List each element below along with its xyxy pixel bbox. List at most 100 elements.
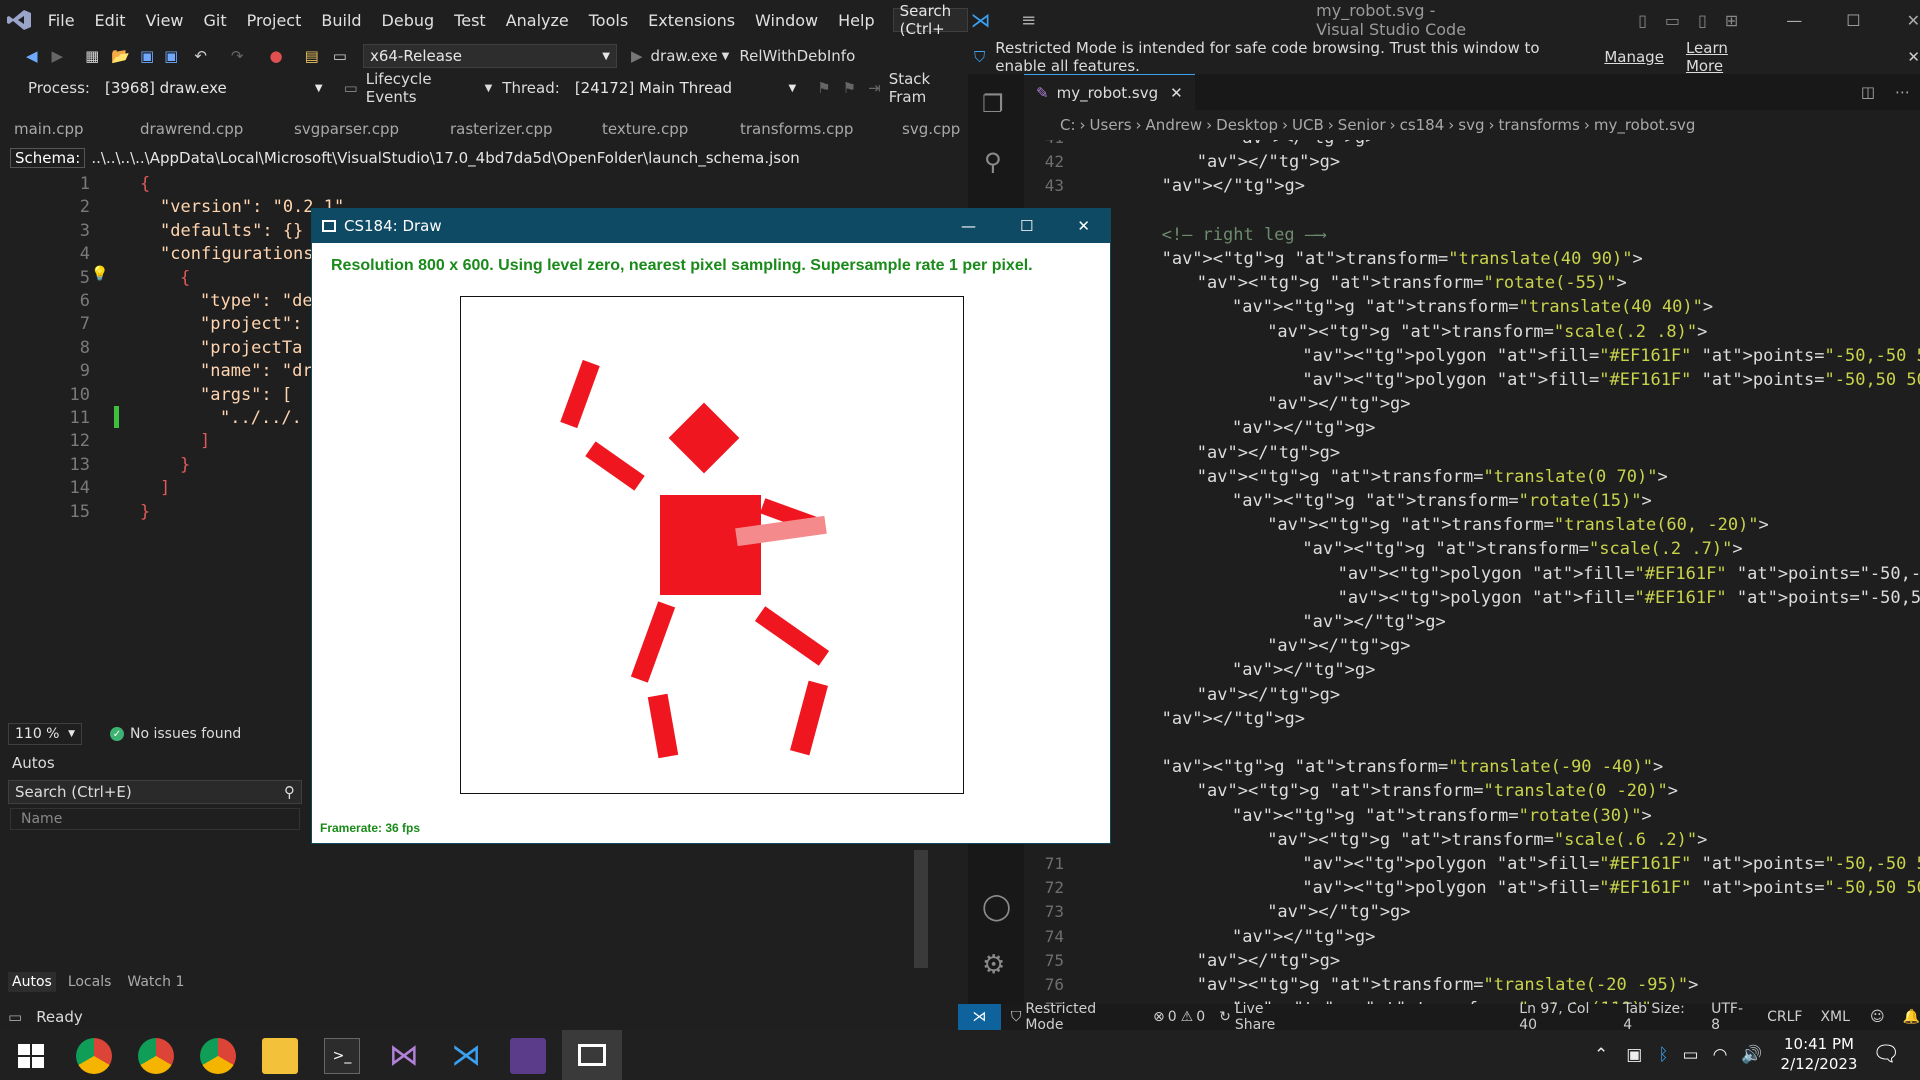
split-editor-icon[interactable]: ◫	[1861, 83, 1875, 101]
terminal-icon[interactable]: >_	[324, 1038, 360, 1074]
chrome-profile-icon[interactable]	[138, 1038, 174, 1074]
battery-icon[interactable]: ▭	[1683, 1045, 1699, 1065]
draw-app-icon[interactable]	[562, 1030, 622, 1080]
learn-more-link[interactable]: Learn More	[1686, 39, 1757, 75]
visual-studio-icon[interactable]: ⋈	[386, 1038, 422, 1074]
chevron-up-icon[interactable]: ⌃	[1594, 1045, 1608, 1065]
panel-icon[interactable]: ▭	[1665, 11, 1680, 30]
language-mode[interactable]: XML	[1820, 1009, 1849, 1025]
lightbulb-icon[interactable]: 💡	[91, 266, 108, 282]
search-icon[interactable]: ⚲	[984, 148, 1002, 176]
issues-status[interactable]: No issues found	[130, 726, 241, 742]
debug-target[interactable]: draw.exe	[651, 47, 718, 65]
redo-icon[interactable]: ↷	[231, 47, 244, 65]
forward-icon[interactable]: ▶	[52, 47, 64, 65]
menu-debug[interactable]: Debug	[372, 11, 445, 30]
process-dropdown[interactable]: [3968] draw.exe ▼	[97, 76, 330, 100]
tab-main-cpp[interactable]: main.cpp	[14, 120, 84, 138]
error-count[interactable]: 0	[1168, 1009, 1177, 1025]
undo-icon[interactable]: ↶	[194, 47, 207, 65]
breadcrumb-item[interactable]: Andrew	[1146, 116, 1203, 134]
back-icon[interactable]: ◀	[26, 47, 38, 65]
breadcrumb-item[interactable]: Desktop	[1216, 116, 1278, 134]
more-actions-icon[interactable]: ⋯	[1895, 83, 1910, 101]
thread-flag-icon[interactable]: ⚑	[843, 79, 856, 97]
tab-my-robot-svg[interactable]: ✎ my_robot.svg ✕	[1024, 74, 1195, 110]
minimize-icon[interactable]: —	[961, 217, 976, 235]
menu-help[interactable]: Help	[828, 11, 884, 30]
autos-search[interactable]: Search (Ctrl+E) ⚲	[8, 780, 302, 804]
tab-svg-cpp[interactable]: svg.cpp	[902, 120, 960, 138]
tab-autos[interactable]: Autos	[8, 972, 56, 992]
line-ending[interactable]: CRLF	[1767, 1009, 1802, 1025]
menu-build[interactable]: Build	[311, 11, 371, 30]
debug-console-icon[interactable]	[510, 1038, 546, 1074]
stack-frame-label[interactable]: Stack Fram	[889, 70, 968, 106]
tab-locals[interactable]: Locals	[64, 972, 116, 992]
window-icon[interactable]: ▭	[333, 47, 347, 65]
configuration-dropdown[interactable]: x64-Release ▼	[362, 44, 617, 68]
customize-layout-icon[interactable]: ⊞	[1725, 11, 1738, 30]
folder-view-icon[interactable]: ▤	[305, 47, 319, 65]
minimize-icon[interactable]: —	[1786, 11, 1802, 30]
breadcrumb-item[interactable]: svg	[1458, 116, 1484, 134]
bell-icon[interactable]: 🔔	[1903, 1009, 1920, 1025]
schema-path[interactable]: ..\..\..\..\AppData\Local\Microsoft\Visu…	[91, 149, 799, 167]
vscode-icon[interactable]: ⋊	[448, 1038, 484, 1074]
thread-dropdown[interactable]: [24172] Main Thread ▼	[567, 76, 804, 100]
autos-scrollbar[interactable]	[914, 850, 928, 968]
debug-tools-icon[interactable]: ●	[270, 47, 283, 65]
zoom-dropdown[interactable]: 110 % ▼	[8, 723, 82, 745]
settings-gear-icon[interactable]: ⚙	[982, 950, 1005, 980]
menu-project[interactable]: Project	[237, 11, 312, 30]
tab-watch-1[interactable]: Watch 1	[123, 972, 188, 992]
tab-drawrend-cpp[interactable]: drawrend.cpp	[140, 120, 243, 138]
tab-transforms-cpp[interactable]: transforms.cpp	[740, 120, 853, 138]
menu-window[interactable]: Window	[745, 11, 828, 30]
breadcrumb-item[interactable]: my_robot.svg	[1594, 116, 1696, 134]
chrome-icon[interactable]	[76, 1038, 112, 1074]
name-column-header[interactable]: Name	[10, 808, 300, 830]
breadcrumb-item[interactable]: transforms	[1499, 116, 1580, 134]
breadcrumb-item[interactable]: UCB	[1292, 116, 1324, 134]
menu-file[interactable]: File	[38, 11, 85, 30]
start-debug-icon[interactable]: ▶	[631, 47, 643, 65]
breadcrumb-item[interactable]: Users	[1090, 116, 1132, 134]
warning-count[interactable]: 0	[1196, 1009, 1205, 1025]
restricted-mode-status[interactable]: Restricted Mode	[1025, 1001, 1131, 1033]
menu-edit[interactable]: Edit	[85, 11, 136, 30]
clock[interactable]: 10:41 PM 2/12/2023	[1776, 1034, 1862, 1074]
breadcrumb-item[interactable]: Senior	[1338, 116, 1386, 134]
new-item-icon[interactable]: ▦	[85, 47, 99, 65]
volume-icon[interactable]: 🔊	[1741, 1045, 1762, 1065]
notification-icon[interactable]: 🗨	[1872, 1042, 1900, 1067]
sidebar-icon[interactable]: ▯	[1698, 11, 1707, 30]
explorer-icon[interactable]: ❐	[982, 90, 1004, 118]
file-explorer-icon[interactable]	[262, 1038, 298, 1074]
bluetooth-icon[interactable]: ᛒ	[1658, 1045, 1668, 1065]
remote-icon[interactable]: ⋊	[958, 1004, 1001, 1030]
tab-texture-cpp[interactable]: texture.cpp	[602, 120, 688, 138]
svg-code[interactable]: "av"></"tg">g> "av"></"tg">g> "av"></"tg">…	[1024, 140, 1920, 1004]
menu-git[interactable]: Git	[194, 11, 237, 30]
maximize-icon[interactable]: ☐	[1846, 11, 1860, 30]
save-all-icon[interactable]: ▣	[164, 47, 178, 65]
render-canvas[interactable]	[460, 296, 964, 794]
build-type[interactable]: RelWithDebInfo	[739, 47, 855, 65]
maximize-icon[interactable]: ☐	[1020, 217, 1033, 235]
manage-link[interactable]: Manage	[1604, 48, 1664, 66]
live-share[interactable]: Live Share	[1235, 1001, 1303, 1033]
feedback-icon[interactable]: ☺	[1870, 1009, 1885, 1025]
breadcrumb-item[interactable]: C:	[1060, 116, 1076, 134]
chrome-profile-2-icon[interactable]	[200, 1038, 236, 1074]
cursor-position[interactable]: Ln 97, Col 40	[1519, 1001, 1605, 1033]
close-banner-icon[interactable]: ✕	[1907, 48, 1920, 66]
menu-test[interactable]: Test	[444, 11, 496, 30]
menu-view[interactable]: View	[136, 11, 194, 30]
tab-size[interactable]: Tab Size: 4	[1623, 1001, 1693, 1033]
flag-icon[interactable]: ⚑	[817, 79, 830, 97]
layout-icon[interactable]: ▯	[1638, 11, 1647, 30]
close-icon[interactable]: ✕	[1907, 11, 1920, 30]
open-folder-icon[interactable]: 📂	[111, 47, 130, 65]
menu-extensions[interactable]: Extensions	[638, 11, 745, 30]
